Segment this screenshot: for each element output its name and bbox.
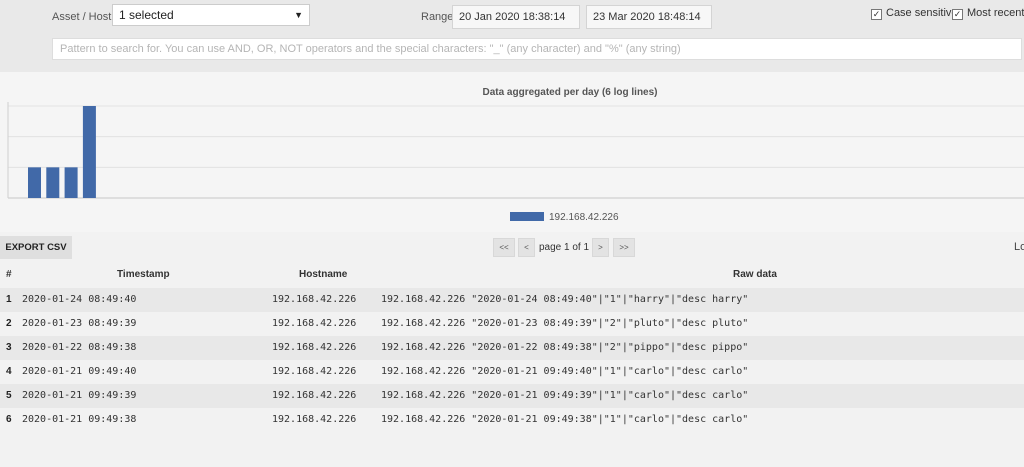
export-csv-button[interactable]: EXPORT CSV (0, 236, 72, 259)
most-recent-label: Most recent fi (967, 7, 1024, 19)
table-row[interactable]: 1 2020-01-24 08:49:40 192.168.42.226 192… (0, 288, 1024, 312)
chart-svg (7, 102, 1024, 199)
row-number: 5 (6, 390, 12, 401)
row-raw-data: 192.168.42.226 "2020-01-23 08:49:39"|"2"… (381, 318, 749, 329)
truncated-right-label: Lo (1014, 241, 1024, 253)
page-info: page 1 of 1 (539, 242, 590, 253)
case-sensitive-checkbox[interactable]: ✓ Case sensitive (871, 7, 958, 20)
table-row[interactable]: 4 2020-01-21 09:49:40 192.168.42.226 192… (0, 360, 1024, 384)
asset-host-select[interactable]: 1 selected ▼ (112, 4, 310, 26)
row-raw-data: 192.168.42.226 "2020-01-24 08:49:40"|"1"… (381, 294, 749, 305)
range-from-field[interactable]: 20 Jan 2020 18:38:14 (452, 5, 580, 29)
row-number: 1 (6, 294, 12, 305)
last-page-button[interactable]: >> (613, 238, 635, 257)
row-raw-data: 192.168.42.226 "2020-01-21 09:49:39"|"1"… (381, 390, 749, 401)
checkbox-checked-icon: ✓ (952, 9, 963, 20)
row-hostname: 192.168.42.226 (272, 342, 357, 353)
range-to-field[interactable]: 23 Mar 2020 18:48:14 (586, 5, 712, 29)
column-header-hostname[interactable]: Hostname (299, 262, 347, 288)
chart-legend[interactable]: 192.168.42.226 (510, 212, 619, 223)
row-timestamp: 2020-01-21 09:49:38 (22, 414, 137, 425)
row-timestamp: 2020-01-21 09:49:40 (22, 366, 137, 377)
histogram-bar-2020-01-21[interactable] (82, 106, 96, 198)
row-hostname: 192.168.42.226 (272, 414, 357, 425)
row-number: 2 (6, 318, 12, 329)
most-recent-checkbox[interactable]: ✓ Most recent fi (952, 7, 1024, 20)
row-timestamp: 2020-01-22 08:49:38 (22, 342, 137, 353)
legend-label: 192.168.42.226 (549, 212, 619, 223)
legend-swatch (510, 212, 544, 221)
column-header-timestamp[interactable]: Timestamp (117, 262, 170, 288)
asset-host-value: 1 selected (119, 8, 174, 22)
column-header-raw-data[interactable]: Raw data (733, 262, 777, 288)
row-hostname: 192.168.42.226 (272, 318, 357, 329)
checkbox-checked-icon: ✓ (871, 9, 882, 20)
prev-page-button[interactable]: < (518, 238, 535, 257)
histogram-bar-2020-01-24[interactable] (28, 167, 41, 198)
asset-host-label: Asset / Host (52, 11, 112, 23)
row-timestamp: 2020-01-23 08:49:39 (22, 318, 137, 329)
search-input[interactable] (52, 38, 1022, 60)
row-number: 4 (6, 366, 12, 377)
histogram-bar-2020-01-23[interactable] (46, 167, 60, 198)
row-number: 3 (6, 342, 12, 353)
log-histogram-chart: Data aggregated per day (6 log lines) 19… (0, 72, 1024, 232)
row-hostname: 192.168.42.226 (272, 390, 357, 401)
first-page-button[interactable]: << (493, 238, 515, 257)
range-label: Range (421, 11, 454, 23)
filter-bar: Asset / Host 1 selected ▼ Range 20 Jan 2… (0, 0, 1024, 72)
row-timestamp: 2020-01-24 08:49:40 (22, 294, 137, 305)
row-timestamp: 2020-01-21 09:49:39 (22, 390, 137, 401)
caret-down-icon: ▼ (294, 10, 303, 20)
table-row[interactable]: 6 2020-01-21 09:49:38 192.168.42.226 192… (0, 408, 1024, 432)
table-row[interactable]: 3 2020-01-22 08:49:38 192.168.42.226 192… (0, 336, 1024, 360)
table-row[interactable]: 5 2020-01-21 09:49:39 192.168.42.226 192… (0, 384, 1024, 408)
row-raw-data: 192.168.42.226 "2020-01-22 08:49:38"|"2"… (381, 342, 749, 353)
case-sensitive-label: Case sensitive (886, 7, 958, 19)
row-hostname: 192.168.42.226 (272, 366, 357, 377)
table-row[interactable]: 2 2020-01-23 08:49:39 192.168.42.226 192… (0, 312, 1024, 336)
histogram-bar-2020-01-22[interactable] (64, 167, 78, 198)
column-header-number: # (6, 269, 12, 280)
row-number: 6 (6, 414, 12, 425)
next-page-button[interactable]: > (592, 238, 609, 257)
row-hostname: 192.168.42.226 (272, 294, 357, 305)
row-raw-data: 192.168.42.226 "2020-01-21 09:49:40"|"1"… (381, 366, 749, 377)
row-raw-data: 192.168.42.226 "2020-01-21 09:49:38"|"1"… (381, 414, 749, 425)
